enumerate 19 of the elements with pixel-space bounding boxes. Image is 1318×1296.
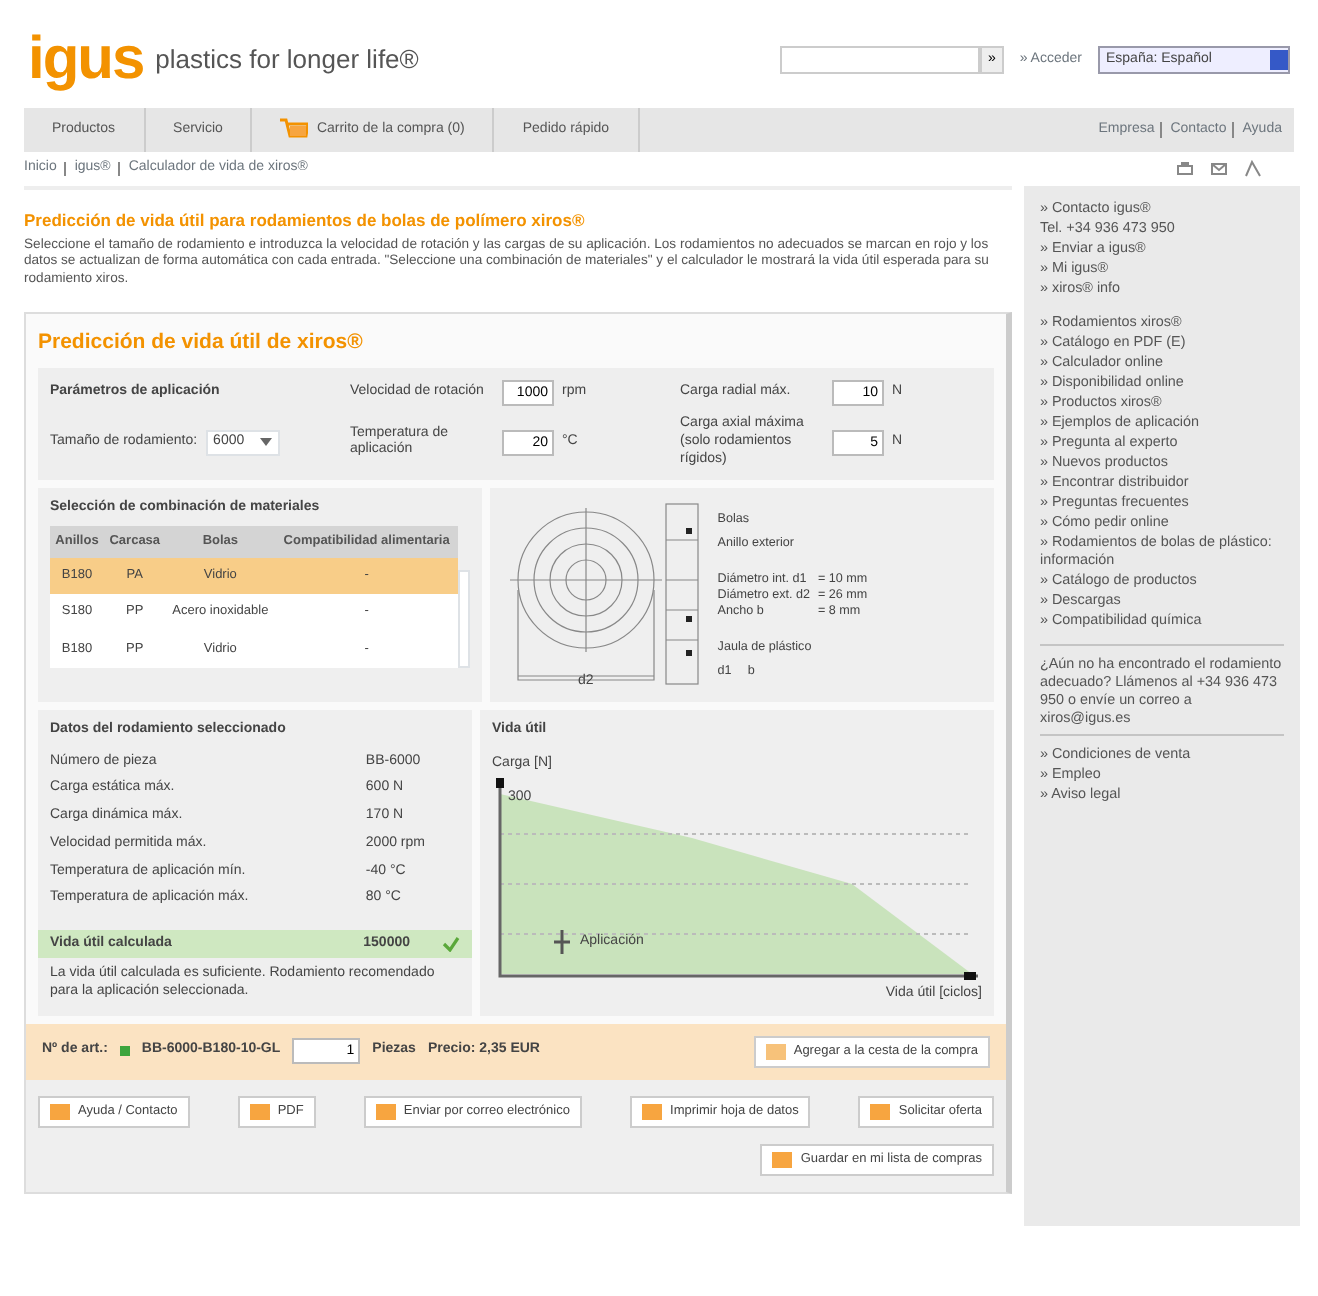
document-icon [642, 1103, 663, 1120]
scrollbar[interactable] [458, 570, 470, 668]
logo: igus [28, 30, 144, 90]
document-icon [772, 1152, 793, 1169]
search-field[interactable] [779, 46, 980, 74]
tagline: plastics for longer life® [155, 43, 419, 77]
caret-icon [260, 438, 273, 447]
marker-icon [552, 928, 572, 956]
email-icon [1210, 160, 1228, 178]
document-icon [375, 1103, 396, 1120]
page-title: Predicción de vida útil para rodamientos de bolas de polímero xiros® [24, 210, 587, 232]
document-icon [249, 1103, 270, 1120]
document-icon [50, 1103, 70, 1120]
cart-icon [765, 1043, 786, 1060]
availability-icon [119, 1046, 130, 1057]
calculator-title: Predicción de vida útil de xiros® [38, 330, 365, 357]
document-icon [870, 1103, 891, 1120]
cart-icon [280, 118, 309, 142]
print-icon [1176, 160, 1194, 178]
